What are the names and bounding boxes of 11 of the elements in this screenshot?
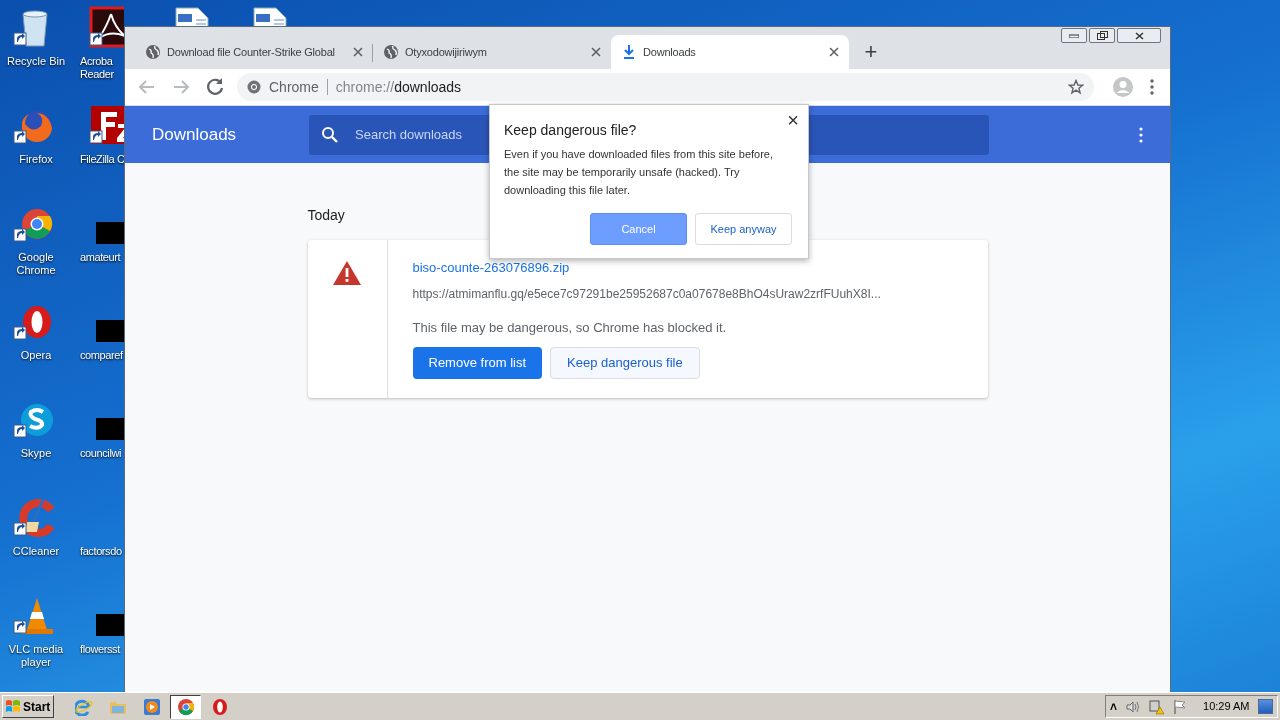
tab-title: Downloads [643,44,697,60]
tab-title: Download file Counter-Strike Global [167,44,336,60]
status-message: This file may be dangerous, so Chrome has blocked it. [412,320,728,336]
dialog-title: Keep dangerous file? [504,121,638,139]
origin-label: Chrome [269,77,319,97]
page-title: Downloads [151,123,238,146]
tab-title: Otyxodowijiriwym [405,44,488,60]
date-heading: Today [307,207,346,223]
source-url: https://atmimanflu.gq/e5ece7c97291be25952687c0a07678e8BhO4sUraw2zrfFUuhX8I... [412,287,881,301]
dialog-message: Even if you have downloaded files from this site before, the site may be temporarily unsafe (hacked). Try downloading this file later. [504,147,775,198]
url-text: chrome://downloads [335,77,462,97]
